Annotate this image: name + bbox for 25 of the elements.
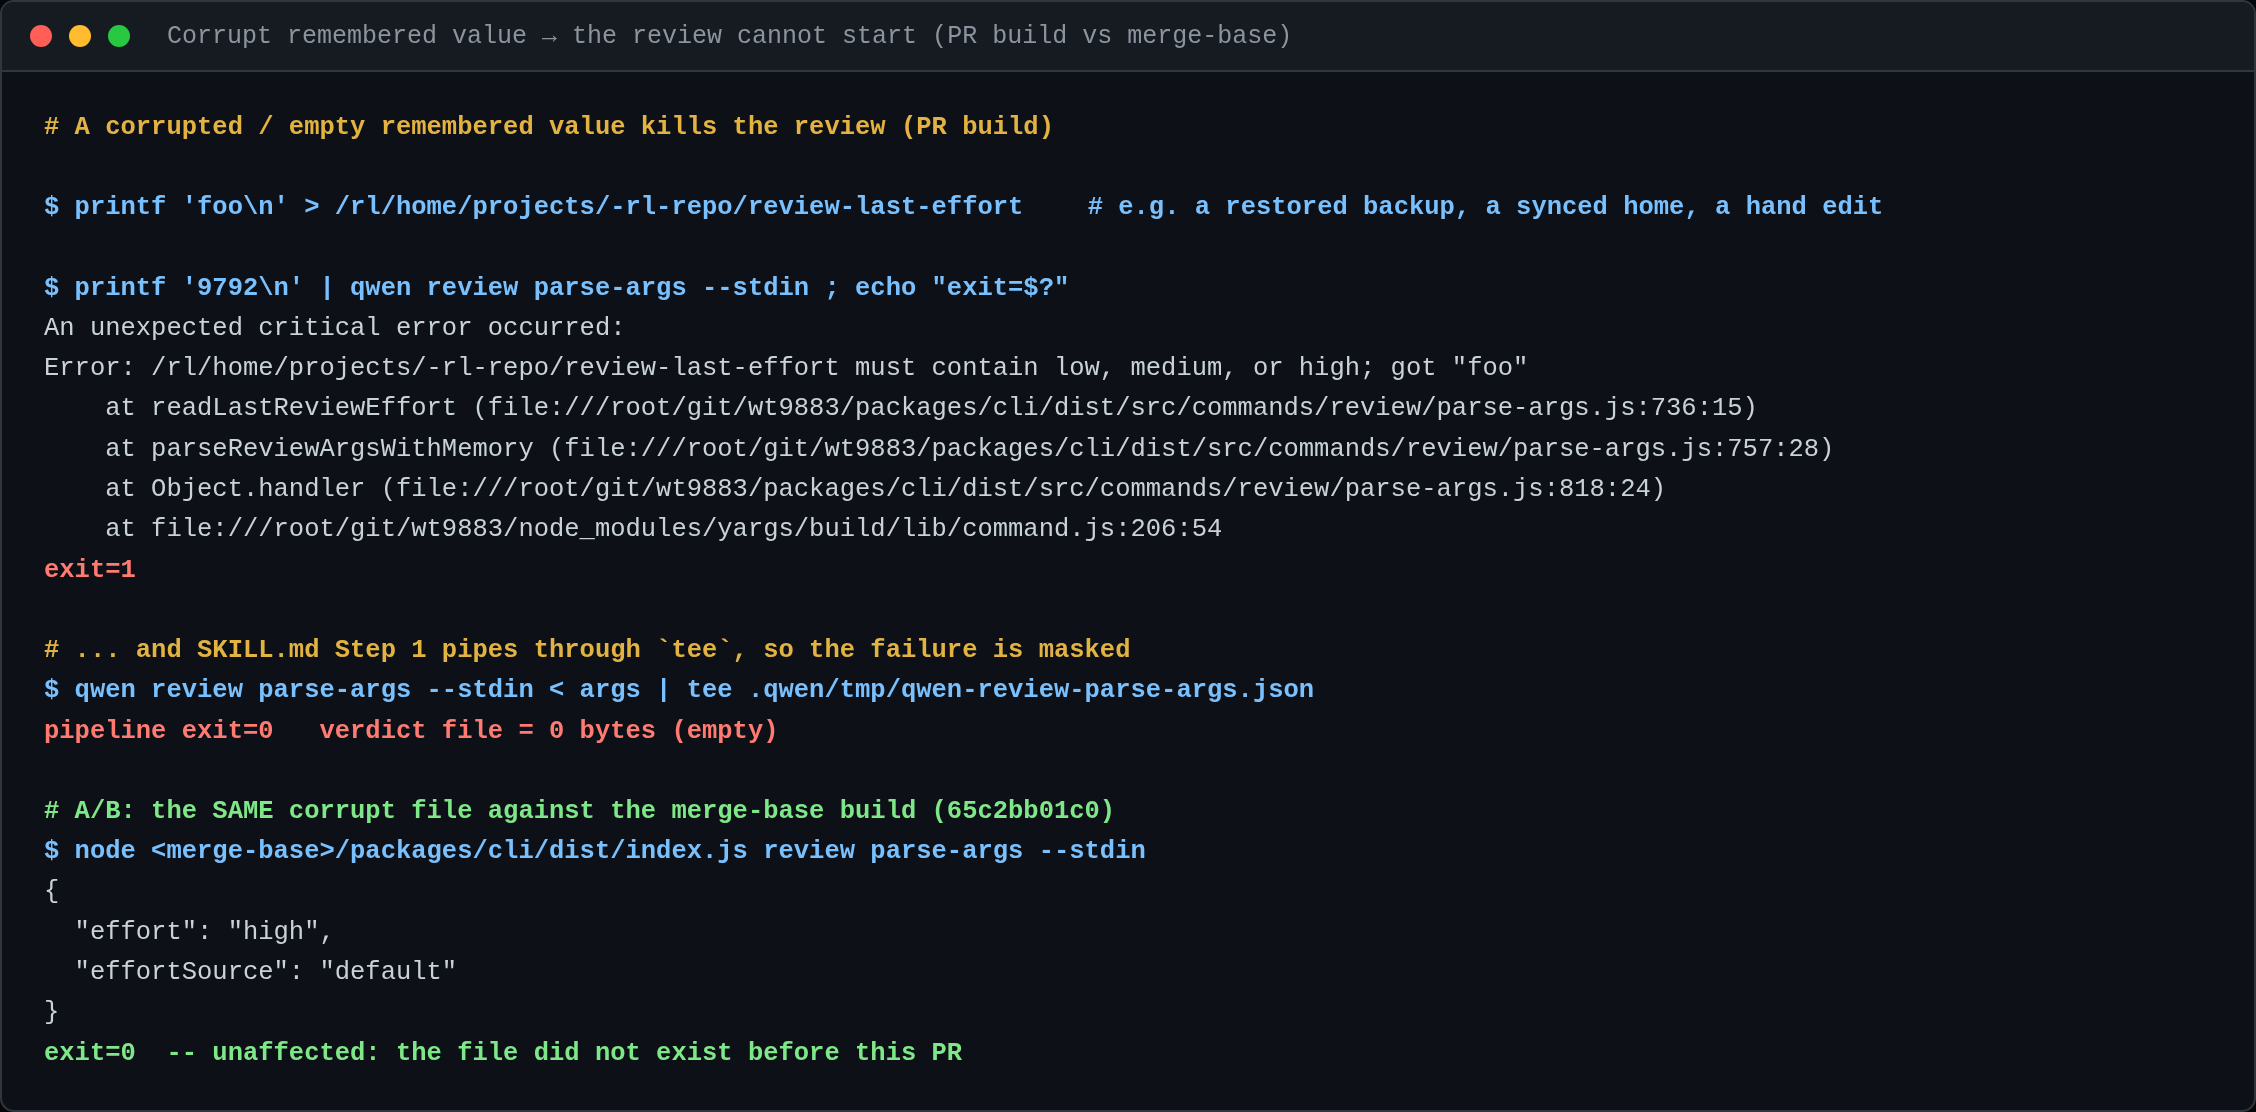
success-line: exit=0 -- unaffected: the file did not exist before this PR	[44, 1037, 964, 1070]
maximize-button[interactable]	[108, 25, 130, 47]
command-line: $ node <merge-base>/packages/cli/dist/index.js review parse-args --stdin	[44, 836, 1147, 869]
comment-line: # A corrupted / empty remembered value kills the review (PR build)	[44, 112, 1055, 144]
command-line: $ printf 'foo\n' > /rl/home/projects/-rl-repo/review-last-effort	[44, 192, 1024, 225]
output-line: at readLastReviewEffort (file:///root/git/wt9883/packages/cli/dist/src/commands/review/parse-args.js:736:15)	[104, 393, 1759, 426]
command-line: $ printf '9792\n' | qwen review parse-args --stdin ; echo "exit=$?"	[44, 272, 1071, 305]
output-line: {	[44, 876, 61, 909]
output-line: Error: /rl/home/projects/-rl-repo/review-last-effort must contain low, medium, or high; got "foo"	[44, 353, 1530, 386]
error-line: pipeline exit=0 verdict file = 0 bytes (empty)	[44, 715, 780, 748]
output-line: at file:///root/git/wt9883/node_modules/yargs/build/lib/command.js:206:54	[104, 514, 1224, 547]
comment-line: # e.g. a restored backup, a synced home, a hand edit	[1087, 192, 1884, 225]
comment-line: # ... and SKILL.md Step 1 pipes through `tee`, so the failure is masked	[44, 634, 1132, 667]
close-button[interactable]	[30, 25, 52, 47]
success-line: # A/B: the SAME corrupt file against the merge-base build (65c2bb01c0)	[44, 795, 1117, 828]
output-line: An unexpected critical error occurred:	[44, 312, 627, 345]
minimize-button[interactable]	[69, 25, 91, 47]
error-line: exit=1	[44, 554, 137, 587]
window-title: Corrupt remembered value → the review cannot start (PR build vs merge-base)	[167, 21, 1293, 51]
output-line: at Object.handler (file:///root/git/wt9883/packages/cli/dist/src/commands/review/parse-args.js:818:24)	[104, 474, 1668, 507]
command-line: $ qwen review parse-args --stdin < args | tee .qwen/tmp/qwen-review-parse-args.json	[44, 675, 1316, 708]
output-line: }	[44, 997, 61, 1030]
output-line: at parseReviewArgsWithMemory (file:///root/git/wt9883/packages/cli/dist/src/commands/review/parse-args.js:757:28)	[104, 433, 1836, 466]
output-line: "effortSource": "default"	[73, 957, 459, 990]
output-line: "effort": "high",	[73, 916, 336, 949]
